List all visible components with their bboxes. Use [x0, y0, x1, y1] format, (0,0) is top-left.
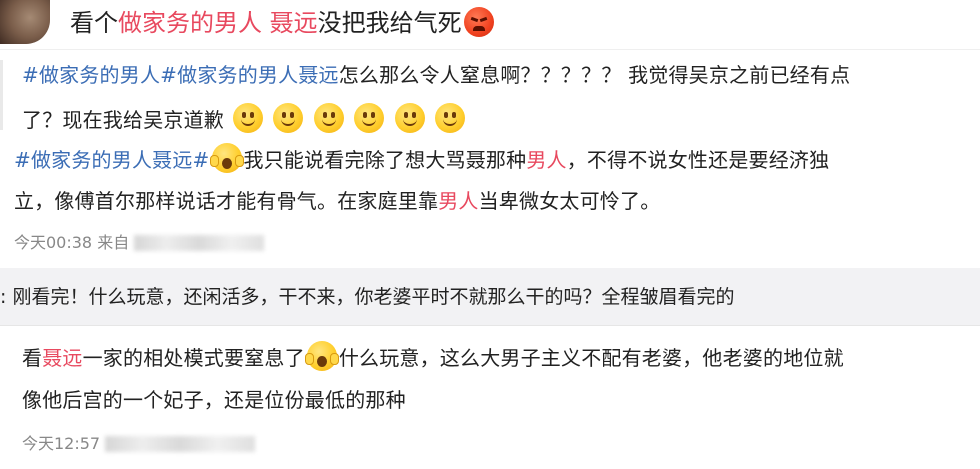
comment-2-line-2: 立，像傅首尔那样说话才能有骨气。在家庭里靠男人当卑微女太可怜了。	[14, 189, 661, 213]
hashtag-link[interactable]: #做家务的男人#做家务的男人聂远	[22, 63, 339, 87]
smile-face-icon	[273, 103, 304, 133]
comment-1-line-2: 了？现在我给吴京道歉	[22, 103, 467, 137]
comment-3-line-2: 像他后宫的一个妃子，还是位份最低的那种	[22, 388, 406, 412]
smile-face-icon	[435, 103, 466, 133]
shocked-face-icon	[304, 341, 339, 371]
timestamp: 今天12:57	[22, 434, 101, 453]
angry-face-icon	[463, 7, 494, 37]
smile-face-icon	[313, 103, 344, 133]
blurred-source	[134, 235, 265, 251]
avatar[interactable]	[0, 0, 50, 44]
divider	[0, 49, 980, 50]
hashtag-link[interactable]: #做家务的男人聂远#	[14, 148, 210, 172]
quote-bar	[0, 60, 3, 130]
shocked-face-icon	[209, 143, 244, 173]
blurred-source	[105, 436, 256, 452]
smile-face-icon	[394, 103, 425, 133]
comment-meta: 今天12:57	[22, 432, 256, 456]
smile-face-icon	[354, 103, 385, 133]
divider	[0, 325, 980, 326]
smile-face-icon	[232, 103, 263, 133]
source-label: 来自	[97, 233, 130, 252]
timestamp: 今天00:38	[14, 233, 93, 252]
title-highlight: 做家务的男人 聂远	[118, 9, 318, 37]
comment-2-line-1: #做家务的男人聂远# 我只能说看完除了想大骂聂那种男人，不得不说女性还是要经济独	[14, 143, 829, 177]
comment-meta: 今天00:38 来自	[14, 231, 265, 255]
comment-1-line-1: #做家务的男人#做家务的男人聂远怎么那么令人窒息啊？？？？？ 我觉得吴京之前已经…	[22, 63, 851, 87]
comment-3-line-1: 看聂远一家的相处模式要窒息了 什么玩意，这么大男子主义不配有老婆，他老婆的地位就	[22, 341, 844, 375]
post-title: 看个做家务的男人 聂远没把我给气死	[70, 6, 496, 40]
reply-text: : 刚看完！什么玩意，还闲活多，干不来，你老婆平时不就那么干的吗？全程皱眉看完的	[0, 286, 735, 308]
